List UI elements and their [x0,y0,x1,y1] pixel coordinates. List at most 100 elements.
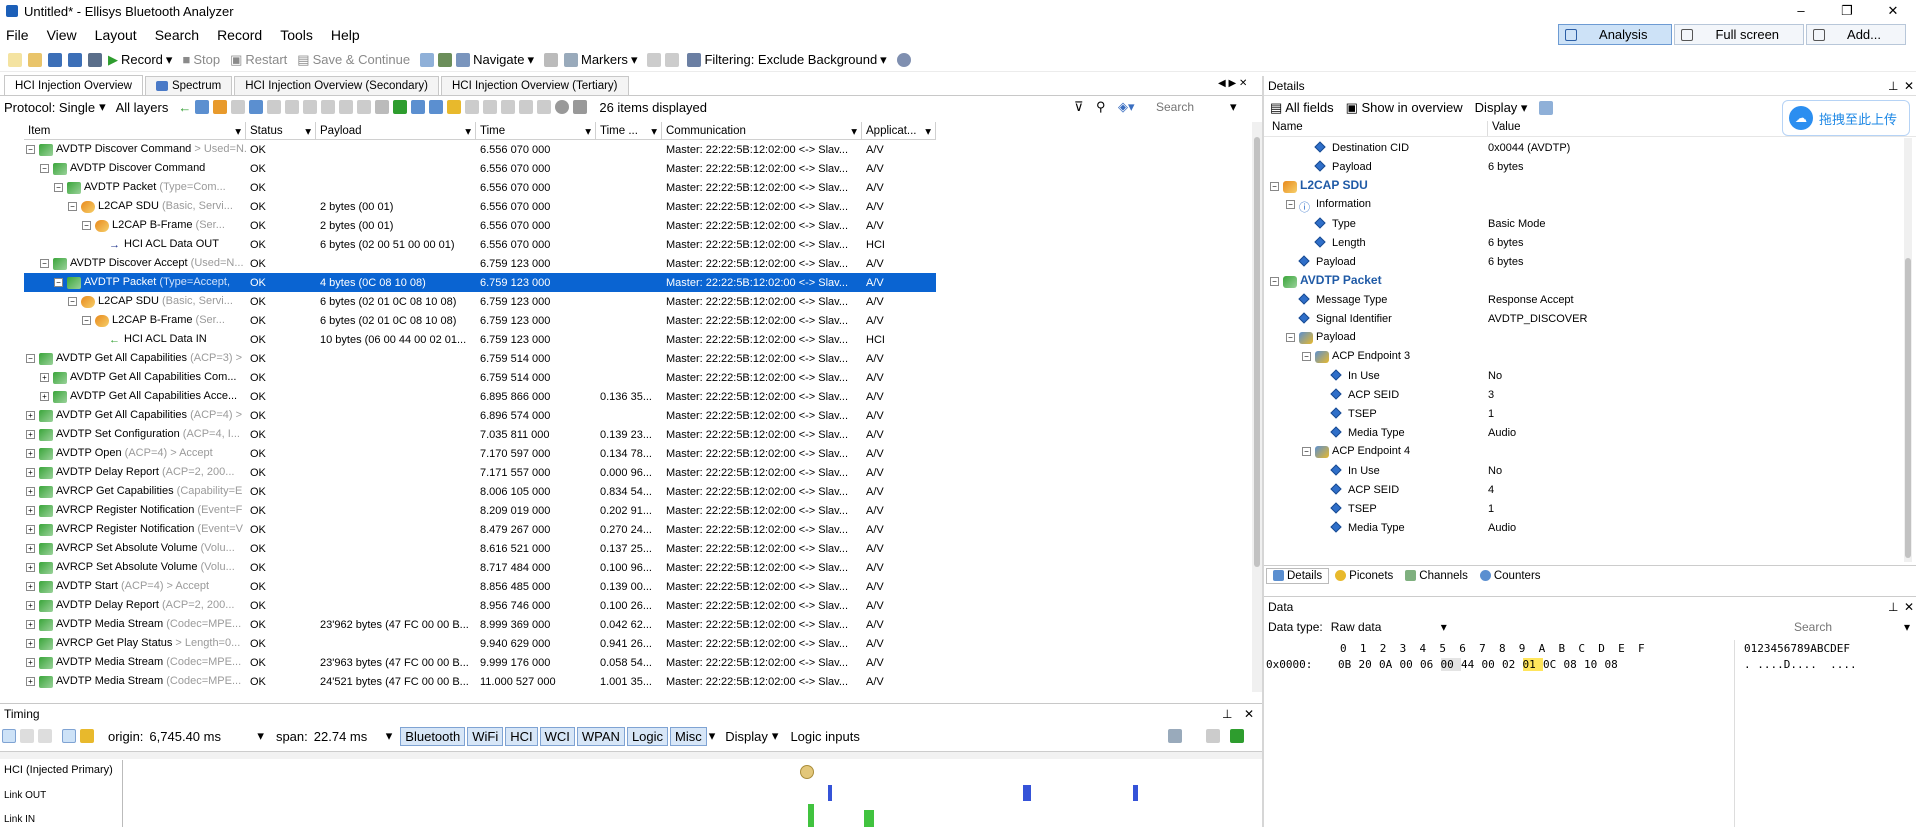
collapse-icon[interactable]: − [1270,182,1279,192]
full-screen-button[interactable]: Full screen [1674,24,1805,45]
layer-icon-4[interactable] [249,100,264,114]
table-row[interactable]: → HCI ACL Data OUT OK 6 bytes (02 00 51 00 … [24,235,936,254]
hex-byte[interactable]: 10 [1584,658,1605,671]
menu-tools[interactable]: Tools [280,27,313,43]
timing-lanes[interactable]: HCI (Injected Primary) Link OUT Link IN [0,760,1262,827]
table-row[interactable]: + AVDTP Get All Capabilities Com... OK 6.75… [24,368,936,387]
details-export-icon[interactable] [1539,101,1554,115]
layer-icon-3[interactable] [231,100,246,114]
view-mode-icon[interactable] [62,729,76,743]
table-row[interactable]: + AVRCP Set Absolute Volume (Volu... OK 8.7… [24,558,936,577]
table-row[interactable]: − L2CAP B-Frame (Ser... OK 6 bytes (02 01 0… [24,311,936,330]
menu-search[interactable]: Search [155,27,199,43]
expand-icon[interactable]: + [26,639,35,649]
collapse-icon[interactable]: − [68,297,77,307]
close-data-icon[interactable]: ✕ [1904,600,1914,614]
table-row[interactable]: + AVDTP Get All Capabilities (ACP=4) > OK 6… [24,406,936,425]
column-time[interactable]: Time ▾ [476,122,596,139]
tab-hci-injection-overview[interactable]: HCI Injection Overview [4,75,143,95]
chip-wpan[interactable]: WPAN [576,726,625,746]
save-icon[interactable] [48,52,62,67]
zoom-tool-icon[interactable] [38,729,52,743]
timing-export-icon[interactable] [1168,729,1182,743]
detail-row[interactable]: − ACP Endpoint 3 [1264,347,1912,366]
table-row[interactable]: − AVDTP Packet (Type=Com... OK 6.556 070 00… [24,178,936,197]
timing-sync-icon[interactable] [1206,729,1220,743]
details-scrollbar[interactable] [1904,138,1912,562]
hex-byte[interactable]: 00 [1482,658,1503,671]
layer-icon-1[interactable] [195,100,210,114]
layer-icon-9[interactable] [339,100,354,114]
collapse-icon[interactable]: − [26,145,35,155]
import-icon[interactable] [420,52,435,67]
expand-icon[interactable]: + [26,506,35,516]
save-all-icon[interactable] [68,52,82,67]
table-row[interactable]: ← HCI ACL Data IN OK 10 bytes (06 00 44 00 … [24,330,936,349]
table-row[interactable]: + AVDTP Media Stream (Codec=MPE... OK 23'96… [24,653,936,672]
tab-channels[interactable]: Channels [1399,569,1474,583]
detail-row[interactable]: Type Basic Mode [1264,214,1912,233]
download-icon[interactable] [573,100,588,114]
collapse-icon[interactable]: − [1302,447,1311,457]
tab-piconets[interactable]: Piconets [1329,569,1399,583]
layer-icon-13[interactable] [411,100,426,114]
detail-row[interactable]: Payload 6 bytes [1264,252,1912,271]
minimize-button[interactable]: – [1778,0,1824,22]
table-row[interactable]: + AVDTP Media Stream (Codec=MPE... OK 24'52… [24,672,936,691]
detail-row[interactable]: − Payload [1264,328,1912,347]
tab-nav-icons[interactable]: ◀ ▶ ✕ [1218,78,1247,89]
new-file-icon[interactable] [8,52,22,67]
expand-icon[interactable]: + [26,563,35,573]
detail-row[interactable]: TSEP 1 [1264,404,1912,423]
hex-byte[interactable]: 0B [1338,658,1359,671]
detail-row[interactable]: Message Type Response Accept [1264,290,1912,309]
layer-icon-17[interactable] [483,100,498,114]
expand-icon[interactable]: + [26,487,35,497]
table-row[interactable]: + AVRCP Get Play Status > Length=0... OK 9.… [24,634,936,653]
detail-row[interactable]: − AVDTP Packet [1264,271,1912,290]
table-row[interactable]: − L2CAP SDU (Basic, Servi... OK 6 bytes (02… [24,292,936,311]
layer-icon-20[interactable] [537,100,552,114]
search-icon[interactable]: ⚲ [1096,99,1106,115]
table-row[interactable]: − AVDTP Discover Command > Used=N... OK 6.5… [24,140,936,159]
data-type-select[interactable]: Raw data [1331,620,1441,634]
menu-record[interactable]: Record [217,27,262,43]
close-timing-icon[interactable]: ✕ [1244,707,1254,721]
back-arrow-icon[interactable]: ← [178,100,191,115]
table-row[interactable]: − L2CAP B-Frame (Ser... OK 2 bytes (00 01) 6… [24,216,936,235]
expand-icon[interactable]: + [26,658,35,668]
expand-icon[interactable]: + [26,601,35,611]
table-row[interactable]: + AVRCP Register Notification (Event=V OK 8… [24,520,936,539]
expand-icon[interactable]: + [26,544,35,554]
table-row[interactable]: + AVDTP Delay Report (ACP=2, 200... OK 8.95… [24,596,936,615]
record-button[interactable]: ▶ Record ▾ [108,52,172,68]
pin-icon[interactable]: ⊥ [1222,707,1232,721]
collapse-icon[interactable]: − [54,183,63,193]
table-row[interactable]: − AVDTP Packet (Type=Accept, OK 4 bytes (0C… [24,273,936,292]
grid-scrollbar[interactable] [1252,122,1262,692]
column-item[interactable]: Item ▾ [24,122,246,139]
hex-byte[interactable]: 06 [1420,658,1441,671]
detail-row[interactable]: Destination CID 0x0044 (AVDTP) [1264,138,1912,157]
chip-logic[interactable]: Logic [626,726,669,746]
maximize-button[interactable]: ❐ [1824,0,1870,22]
column-status[interactable]: Status ▾ [246,122,316,139]
span-input[interactable]: 22.74 ms [314,729,386,744]
event-marker-icon[interactable] [800,765,814,779]
layer-icon-14[interactable] [429,100,444,114]
all-fields-button[interactable]: ▤ All fields [1270,100,1334,116]
settings-icon[interactable] [896,52,911,67]
link-out-burst[interactable] [1023,785,1031,801]
layer-icon-8[interactable] [321,100,336,114]
hex-byte[interactable]: 01 [1522,658,1543,671]
table-row[interactable]: + AVDTP Start (ACP=4) > Accept OK 8.856 485… [24,577,936,596]
layer-icon-10[interactable] [357,100,372,114]
layer-icon-6[interactable] [285,100,300,114]
detail-row[interactable]: ACP SEID 3 [1264,385,1912,404]
table-row[interactable]: + AVDTP Delay Report (ACP=2, 200... OK 7.17… [24,463,936,482]
expand-icon[interactable]: + [26,468,35,478]
table-row[interactable]: + AVRCP Set Absolute Volume (Volu... OK 8.6… [24,539,936,558]
timing-display-menu[interactable]: Display [725,729,768,744]
detail-row[interactable]: Media Type Audio [1264,423,1912,442]
layer-icons[interactable]: ← [178,100,588,115]
